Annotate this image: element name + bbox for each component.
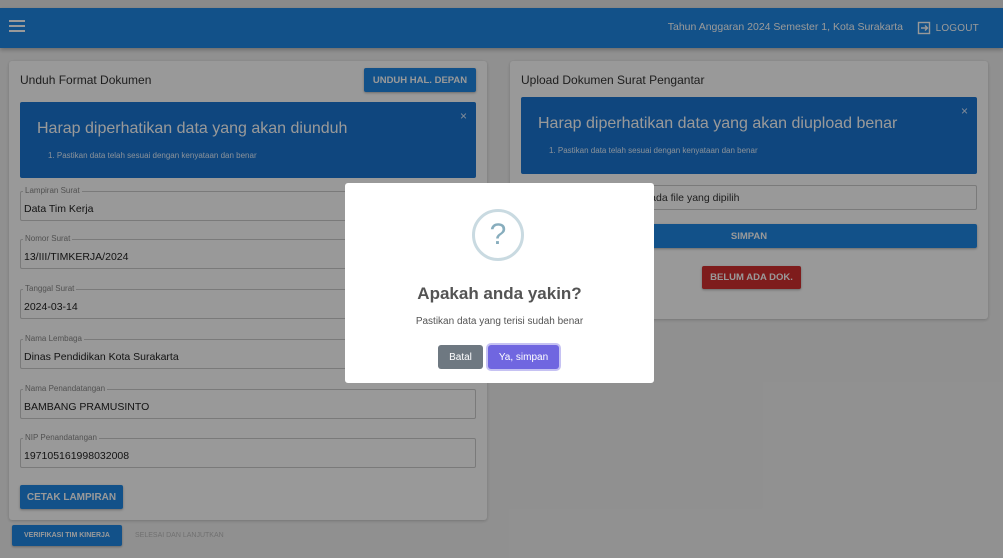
confirm-save-button[interactable]: Ya, simpan xyxy=(488,345,559,369)
confirm-dialog: ? Apakah anda yakin? Pastikan data yang … xyxy=(345,183,654,383)
dialog-text: Pastikan data yang terisi sudah benar xyxy=(415,316,584,327)
question-icon: ? xyxy=(472,209,524,261)
cancel-button[interactable]: Batal xyxy=(438,345,483,369)
dialog-title: Apakah anda yakin? xyxy=(417,284,582,303)
